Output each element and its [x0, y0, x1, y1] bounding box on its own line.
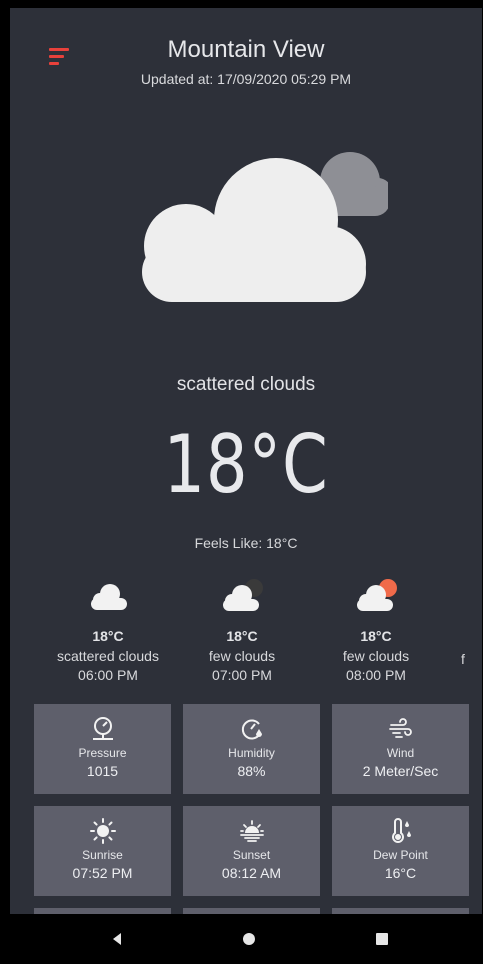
- tile-label: Wind: [386, 746, 415, 760]
- updated-timestamp: Updated at: 17/09/2020 05:29 PM: [140, 71, 352, 87]
- recents-icon: [376, 933, 388, 945]
- forecast-temp: 18°C: [226, 628, 258, 644]
- sunset-icon: [239, 820, 264, 842]
- forecast-temp: 18°C: [360, 628, 392, 644]
- system-navigation-bar: [10, 914, 482, 964]
- pressure-tile[interactable]: Pressure 1015: [34, 704, 171, 794]
- cloud-moon-icon: [223, 579, 263, 611]
- dew-point-tile[interactable]: Dew Point 16°C: [332, 806, 469, 896]
- sunrise-icon: [89, 818, 116, 844]
- forecast-desc: scattered clouds: [57, 648, 159, 664]
- cloud-sun-icon: [357, 579, 397, 611]
- recents-button[interactable]: [353, 914, 413, 964]
- tile-value: 2 Meter/Sec: [362, 763, 439, 779]
- sunrise-tile[interactable]: Sunrise 07:52 PM: [34, 806, 171, 896]
- forecast-item[interactable]: 18°C scattered clouds 06:00 PM: [38, 578, 178, 683]
- forecast-time: 06:00 PM: [78, 667, 138, 683]
- home-icon: [243, 933, 255, 945]
- feels-like: Feels Like: 18°C: [194, 535, 298, 551]
- forecast-time: 07:00 PM: [212, 667, 272, 683]
- weather-screen: Mountain View Updated at: 17/09/2020 05:…: [10, 8, 482, 914]
- cloud-icon: [91, 584, 127, 610]
- tile-value: 08:12 AM: [221, 865, 282, 881]
- tile-label: Humidity: [228, 746, 275, 760]
- humidity-tile[interactable]: Humidity 88%: [183, 704, 320, 794]
- cloud-icon: [142, 152, 388, 302]
- back-icon: [113, 933, 121, 945]
- hourly-forecast[interactable]: 18°C scattered clouds 06:00 PM 18°C few …: [10, 578, 482, 688]
- forecast-partial-item: f: [461, 651, 465, 667]
- forecast-item[interactable]: 18°C few clouds 08:00 PM: [306, 578, 446, 683]
- pressure-gauge-icon: [92, 717, 113, 740]
- dew-point-icon: [391, 818, 411, 843]
- tile-label: Dew Point: [373, 848, 428, 862]
- city-name: Mountain View: [167, 36, 325, 63]
- forecast-item[interactable]: 18°C few clouds 07:00 PM: [172, 578, 312, 683]
- wind-tile[interactable]: Wind 2 Meter/Sec: [332, 704, 469, 794]
- forecast-time: 08:00 PM: [346, 667, 406, 683]
- back-button[interactable]: [88, 914, 148, 964]
- tile-label: Sunrise: [82, 848, 123, 862]
- wind-icon: [388, 718, 412, 738]
- tile-label: Pressure: [78, 746, 127, 760]
- tile-value: 16°C: [384, 865, 417, 881]
- tile-value: 1015: [86, 763, 119, 779]
- humidity-icon: [241, 719, 262, 740]
- weather-description: scattered clouds: [176, 374, 316, 395]
- tile-value: 88%: [237, 763, 266, 779]
- sunset-tile[interactable]: Sunset 08:12 AM: [183, 806, 320, 896]
- current-temperature: 18°C: [163, 418, 329, 511]
- forecast-temp: 18°C: [92, 628, 124, 644]
- forecast-desc: few clouds: [208, 648, 276, 664]
- tile-value: 07:52 PM: [72, 865, 133, 881]
- forecast-desc: few clouds: [342, 648, 410, 664]
- tile-label: Sunset: [232, 848, 271, 862]
- home-button[interactable]: [220, 914, 280, 964]
